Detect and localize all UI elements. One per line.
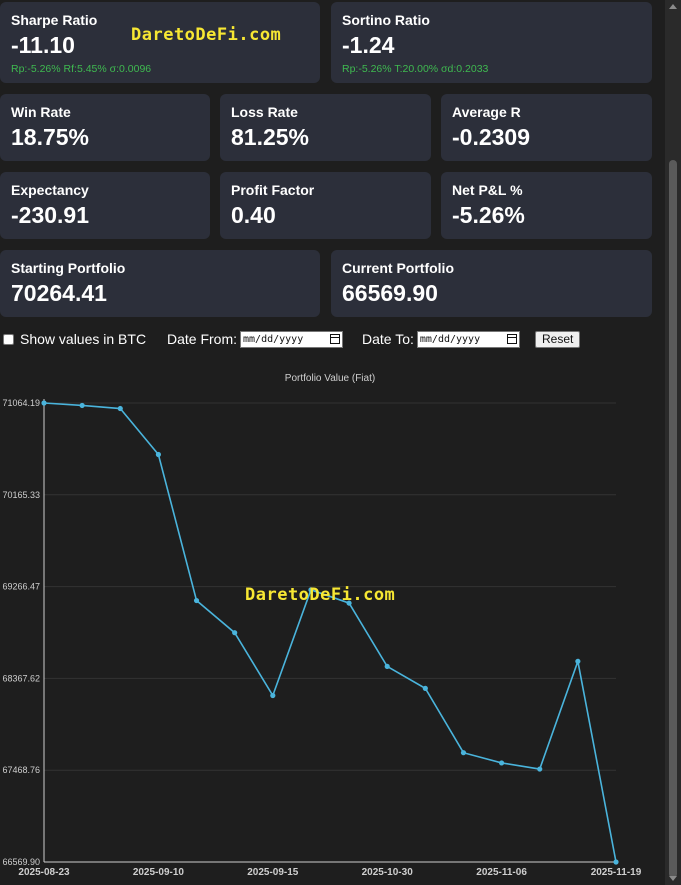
x-tick-label: 2025-11-19 — [591, 867, 642, 878]
show-btc-label: Show values in BTC — [20, 331, 147, 347]
date-to-input[interactable]: mm/dd/yyyy — [416, 330, 520, 348]
net-pnl-label: Net P&L % — [452, 182, 523, 198]
data-point — [537, 766, 543, 772]
calendar-icon[interactable] — [330, 334, 341, 344]
scroll-down-arrow-icon[interactable] — [669, 876, 677, 881]
starting-portfolio-value: 70264.41 — [11, 280, 107, 306]
data-point — [499, 760, 505, 766]
win-rate-label: Win Rate — [11, 104, 71, 120]
data-point — [193, 597, 200, 604]
calendar-icon[interactable] — [506, 334, 517, 344]
data-point — [384, 663, 390, 670]
x-tick-label: 2025-08-23 — [18, 867, 70, 878]
y-tick-label: 70165.33 — [2, 490, 40, 500]
win-rate-card: Win Rate 18.75% — [0, 94, 210, 161]
scroll-thumb[interactable] — [669, 160, 677, 878]
x-tick-label: 2025-10-30 — [362, 867, 414, 878]
net-pnl-card: Net P&L % -5.26% — [441, 172, 652, 239]
date-from-placeholder: mm/dd/yyyy — [243, 333, 304, 345]
sharpe-ratio-details: Rp:-5.26% Rf:5.45% σ:0.0096 — [11, 63, 152, 75]
loss-rate-value: 81.25% — [231, 124, 310, 150]
chart-title: Portfolio Value (Fiat) — [285, 373, 375, 384]
page-scrollbar[interactable] — [665, 0, 681, 885]
date-from-label: Date From: — [167, 331, 238, 347]
loss-rate-card: Loss Rate 81.25% — [220, 94, 431, 161]
sortino-ratio-label: Sortino Ratio — [342, 12, 430, 28]
profit-factor-value: 0.40 — [231, 202, 276, 228]
starting-portfolio-label: Starting Portfolio — [11, 260, 126, 276]
data-point — [422, 685, 428, 691]
average-r-label: Average R — [452, 104, 521, 120]
data-point — [41, 400, 47, 406]
x-tick-label: 2025-09-15 — [247, 867, 299, 878]
data-point — [155, 451, 161, 458]
data-point — [575, 658, 581, 664]
y-tick-label: 67468.76 — [2, 765, 40, 775]
y-tick-label: 69266.47 — [2, 582, 40, 592]
current-portfolio-card: Current Portfolio 66569.90 — [331, 250, 652, 317]
y-tick-label: 68367.62 — [2, 673, 40, 683]
expectancy-card: Expectancy -230.91 — [0, 172, 210, 239]
net-pnl-value: -5.26% — [452, 202, 525, 228]
watermark-top: DaretoDeFi.com — [131, 25, 282, 45]
sortino-ratio-details: Rp:-5.26% T:20.00% σd:0.2033 — [342, 63, 489, 75]
current-portfolio-value: 66569.90 — [342, 280, 438, 306]
watermark-chart: DaretoDeFi.com — [245, 585, 396, 605]
starting-portfolio-card: Starting Portfolio 70264.41 — [0, 250, 320, 317]
series-line — [43, 402, 617, 863]
average-r-value: -0.2309 — [452, 124, 531, 150]
expectancy-value: -230.91 — [11, 202, 90, 228]
profit-factor-label: Profit Factor — [231, 182, 315, 198]
expectancy-label: Expectancy — [11, 182, 89, 198]
scroll-up-arrow-icon[interactable] — [669, 4, 677, 9]
data-point — [270, 692, 276, 699]
reset-button[interactable]: Reset — [535, 330, 581, 348]
x-tick-label: 2025-09-10 — [133, 867, 185, 878]
filter-controls: Show values in BTC Date From: mm/dd/yyyy… — [0, 328, 650, 350]
data-point — [79, 402, 85, 409]
data-point — [460, 750, 467, 756]
x-tick-label: 2025-11-06 — [476, 867, 527, 878]
date-to-placeholder: mm/dd/yyyy — [419, 333, 481, 345]
win-rate-value: 18.75% — [11, 124, 90, 150]
data-point — [117, 405, 123, 412]
date-to-label: Date To: — [362, 331, 414, 347]
show-btc-checkbox[interactable] — [3, 333, 14, 345]
sortino-ratio-value: -1.24 — [342, 32, 395, 58]
sortino-ratio-card: Sortino Ratio -1.24 Rp:-5.26% T:20.00% σ… — [331, 2, 652, 83]
profit-factor-card: Profit Factor 0.40 — [220, 172, 431, 239]
y-tick-label: 66569.90 — [2, 857, 40, 867]
data-point — [232, 630, 238, 636]
y-tick-label: 71064.19 — [2, 398, 40, 408]
current-portfolio-label: Current Portfolio — [342, 260, 454, 276]
show-btc-toggle[interactable]: Show values in BTC — [3, 328, 146, 350]
average-r-card: Average R -0.2309 — [441, 94, 652, 161]
loss-rate-label: Loss Rate — [231, 104, 298, 120]
portfolio-value-chart: Portfolio Value (Fiat) 71064.19 70165.33 6… — [2, 373, 642, 878]
date-from-input[interactable]: mm/dd/yyyy — [240, 330, 344, 348]
data-point — [613, 859, 619, 865]
